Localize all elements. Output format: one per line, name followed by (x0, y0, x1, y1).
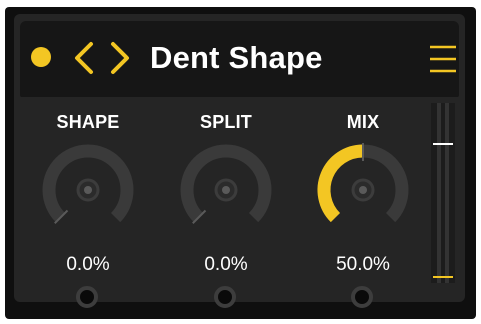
output-meter[interactable] (431, 103, 455, 283)
shape-knob[interactable] (38, 140, 138, 240)
shape-value: 0.0% (66, 254, 110, 275)
split-label: SPLIT (199, 112, 252, 132)
plugin-title: Dent Shape (150, 40, 323, 75)
meter-peak-line (433, 276, 453, 278)
mix-label: MIX (346, 112, 380, 132)
mix-knob[interactable] (313, 140, 413, 240)
split-value: 0.0% (204, 254, 248, 275)
hamburger-menu-icon[interactable] (428, 43, 458, 75)
mix-value: 50.0% (336, 254, 390, 275)
meter-rail-left (437, 103, 441, 283)
chevron-right-icon[interactable] (110, 41, 132, 75)
shape-mod-port[interactable] (76, 286, 98, 308)
split-mod-port[interactable] (214, 286, 236, 308)
meter-level-line (433, 143, 453, 145)
meter-rail-right (445, 103, 449, 283)
chevron-left-icon[interactable] (72, 41, 94, 75)
mix-mod-port[interactable] (351, 286, 373, 308)
shape-label: SHAPE (56, 112, 120, 132)
split-knob[interactable] (176, 140, 276, 240)
power-dot-icon[interactable] (31, 47, 51, 67)
